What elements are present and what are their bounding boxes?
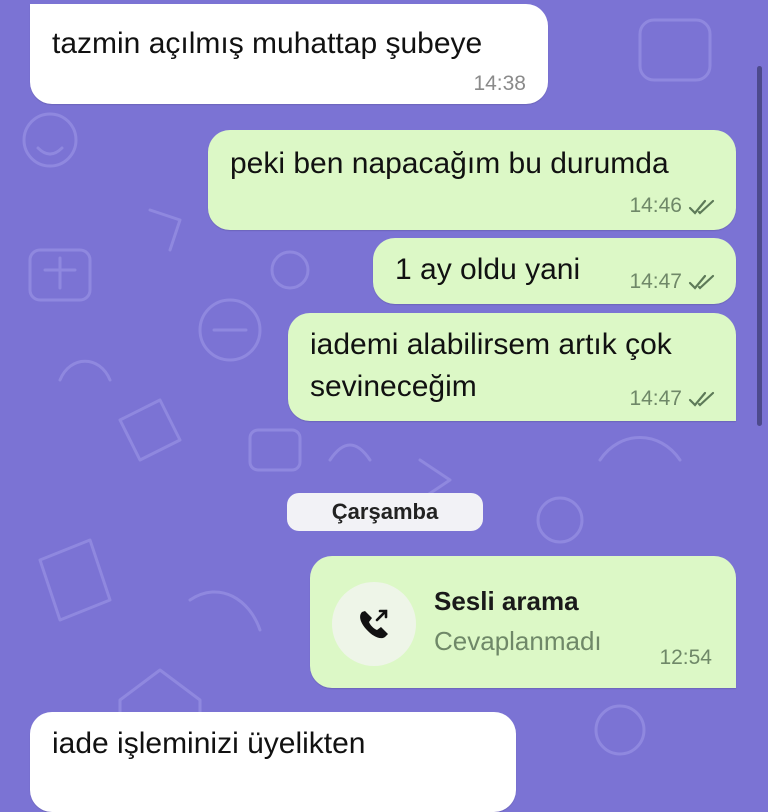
message-time: 14:38 <box>473 72 526 95</box>
message-time: 12:54 <box>659 646 712 669</box>
read-receipt-icon <box>688 274 715 290</box>
outgoing-message[interactable]: iademi alabilirsem artık çok sevineceğim… <box>288 313 736 421</box>
read-receipt-icon <box>688 391 715 407</box>
call-message[interactable]: Sesli arama Cevaplanmadı 12:54 <box>310 556 736 688</box>
call-status: Cevaplanmadı <box>434 626 602 656</box>
call-title: Sesli arama <box>434 586 579 616</box>
read-receipt-icon <box>688 199 715 215</box>
message-text-line-2: sevineceğim <box>310 370 477 403</box>
message-time: 14:47 <box>629 387 682 410</box>
scrollbar[interactable] <box>757 66 762 426</box>
date-separator: Çarşamba <box>287 493 483 531</box>
message-text-line-1: iademi alabilirsem artık çok <box>310 328 672 361</box>
message-text: tazmin açılmış muhattap şubeye <box>52 27 483 60</box>
outgoing-call-icon <box>360 609 388 639</box>
incoming-message[interactable]: iade işleminizi üyelikten <box>30 712 516 812</box>
call-icon-badge <box>332 582 416 666</box>
incoming-message[interactable]: tazmin açılmış muhattap şubeye 14:38 <box>30 4 548 104</box>
message-time: 14:46 <box>629 194 682 217</box>
outgoing-message[interactable]: peki ben napacağım bu durumda 14:46 <box>208 130 736 230</box>
message-text: iade işleminizi üyelikten <box>52 727 366 760</box>
message-time: 14:47 <box>629 270 682 293</box>
message-text: peki ben napacağım bu durumda <box>230 147 669 180</box>
message-text: 1 ay oldu yani <box>395 253 581 286</box>
outgoing-message[interactable]: 1 ay oldu yani 14:47 <box>373 238 736 304</box>
